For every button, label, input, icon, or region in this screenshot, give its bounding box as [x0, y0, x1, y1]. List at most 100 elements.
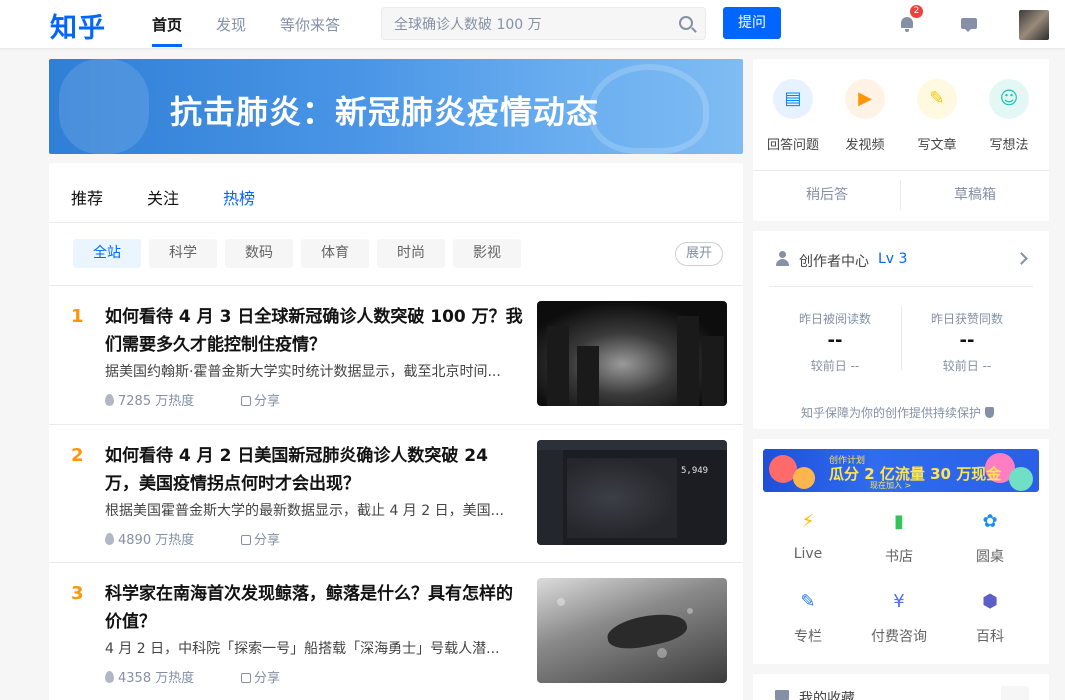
stat-reads-value: --: [827, 330, 843, 351]
hot-list-item[interactable]: 1 如何看待 4 月 3 日全球新冠确诊人数突破 100 万？我们需要多久才能控…: [49, 286, 743, 424]
divider: [769, 286, 1033, 287]
fire-icon: [105, 394, 114, 406]
hot-item-thumbnail[interactable]: 5,949: [537, 440, 727, 545]
hot-item-title[interactable]: 如何看待 4 月 3 日全球新冠确诊人数突破 100 万？我们需要多久才能控制住…: [105, 303, 525, 359]
video-icon: ▶: [858, 88, 872, 109]
chip-film[interactable]: 影视: [453, 239, 521, 268]
expand-chips-button[interactable]: 展开: [675, 242, 723, 266]
consult-icon[interactable]: ¥: [887, 590, 911, 614]
stat-reads-compare: 较前日 --: [810, 359, 860, 373]
service-live[interactable]: Live: [773, 546, 843, 562]
notification-bell-icon[interactable]: [898, 16, 916, 32]
roundtable-icon[interactable]: ✿: [978, 510, 1002, 534]
service-bookstore[interactable]: 书店: [864, 546, 934, 566]
share-button[interactable]: 分享: [241, 390, 280, 409]
share-label: 分享: [254, 394, 281, 409]
stat-reads-label: 昨日被阅读数: [798, 312, 871, 326]
tab-recommend[interactable]: 推荐: [71, 185, 103, 209]
hot-item-thumbnail[interactable]: [537, 301, 727, 406]
divider: [49, 222, 743, 223]
write-icon: ✎: [929, 88, 945, 109]
hot-list-item[interactable]: 2 如何看待 4 月 2 日美国新冠肺炎确诊人数突破 24 万，美国疫情拐点何时…: [49, 425, 743, 563]
top-header: 知乎 首页 发现 等你来答 提问 2: [0, 0, 1065, 48]
write-article-action[interactable]: ✎: [917, 79, 957, 119]
star-icon: [775, 690, 789, 700]
search-input[interactable]: [394, 8, 664, 39]
creator-protection-note[interactable]: 知乎保障为你的创作提供持续保护: [801, 404, 995, 421]
share-label: 分享: [254, 533, 281, 548]
hot-item-heat: 4358 万热度: [105, 667, 194, 686]
stat-likes-value: --: [959, 330, 975, 351]
zhihu-logo[interactable]: 知乎: [50, 6, 106, 45]
video-action[interactable]: ▶: [845, 79, 885, 119]
chip-sports[interactable]: 体育: [301, 239, 369, 268]
creator-level[interactable]: Lv 3: [878, 251, 907, 267]
shield-icon: [985, 407, 995, 418]
hot-item-title[interactable]: 科学家在南海首次发现鲸落，鲸落是什么？具有怎样的价值？: [105, 580, 525, 636]
share-label: 分享: [254, 671, 281, 686]
encyclopedia-icon[interactable]: ⬢: [978, 590, 1002, 614]
write-idea-action[interactable]: ☺: [989, 79, 1029, 119]
chip-science[interactable]: 科学: [149, 239, 217, 268]
column-icon[interactable]: ✎: [796, 590, 820, 614]
promo-headline: 瓜分 2 亿流量 30 万现金: [829, 465, 1002, 483]
service-encyclopedia[interactable]: 百科: [955, 626, 1025, 646]
hot-item-heat: 4890 万热度: [105, 529, 194, 548]
dashboard-number: 5,949: [681, 466, 709, 476]
idea-icon: ☺: [999, 88, 1019, 109]
hot-item-title[interactable]: 如何看待 4 月 2 日美国新冠肺炎确诊人数突破 24 万，美国疫情拐点何时才会…: [105, 442, 525, 498]
protection-text: 知乎保障为你的创作提供持续保护: [801, 406, 982, 420]
ask-question-button[interactable]: 提问: [723, 7, 781, 39]
hot-list-item[interactable]: 3 科学家在南海首次发现鲸落，鲸落是什么？具有怎样的价值？ 4 月 2 日，中科…: [49, 563, 743, 700]
service-paid-consult[interactable]: 付费咨询: [864, 626, 934, 646]
nav-home[interactable]: 首页: [152, 14, 182, 35]
creator-plan-promo-banner[interactable]: 创作计划 瓜分 2 亿流量 30 万现金 现在加入 >: [763, 449, 1039, 492]
share-icon: [241, 673, 251, 683]
bookstore-icon[interactable]: ▮: [887, 510, 911, 534]
banner-title: 抗击肺炎：新冠肺炎疫情动态: [170, 93, 600, 131]
answer-label[interactable]: 回答问题: [763, 134, 823, 153]
write-article-label[interactable]: 写文章: [907, 134, 967, 153]
hot-rank: 1: [71, 306, 84, 327]
live-icon[interactable]: ⚡: [796, 510, 820, 534]
hot-item-excerpt[interactable]: 根据美国霍普金斯大学的最新数据显示，截止 4 月 2 日，美国...: [105, 500, 520, 520]
share-button[interactable]: 分享: [241, 529, 280, 548]
message-icon[interactable]: [960, 16, 978, 32]
search-icon[interactable]: [679, 16, 693, 30]
answer-icon: ▤: [784, 88, 802, 109]
banner-decoration: [59, 59, 149, 154]
chip-fashion[interactable]: 时尚: [377, 239, 445, 268]
answer-later-button[interactable]: 稍后答: [753, 171, 901, 219]
nav-waiting-answers[interactable]: 等你来答: [280, 14, 340, 35]
hot-rank: 3: [71, 583, 84, 604]
heat-value: 4358 万热度: [118, 671, 195, 686]
fire-icon: [105, 533, 114, 545]
stat-likes-label: 昨日获赞同数: [930, 312, 1003, 326]
search-box[interactable]: [381, 7, 706, 40]
video-label[interactable]: 发视频: [835, 134, 895, 153]
heat-value: 4890 万热度: [118, 533, 195, 548]
service-column[interactable]: 专栏: [773, 626, 843, 646]
service-roundtable[interactable]: 圆桌: [955, 546, 1025, 566]
drafts-button[interactable]: 草稿箱: [901, 171, 1049, 219]
user-avatar[interactable]: [1019, 10, 1049, 40]
tab-follow[interactable]: 关注: [147, 185, 179, 209]
answer-action[interactable]: ▤: [773, 79, 813, 119]
main-feed-card: 推荐 关注 热榜 全站 科学 数码 体育 时尚 影视 展开 1 如何看待 4 月…: [49, 163, 743, 700]
write-idea-label[interactable]: 写想法: [979, 134, 1039, 153]
my-favorites-link[interactable]: 我的收藏: [799, 688, 855, 700]
hot-item-excerpt[interactable]: 据美国约翰斯·霍普金斯大学实时统计数据显示，截至北京时间...: [105, 361, 520, 381]
creator-center-title[interactable]: 创作者中心: [799, 251, 869, 271]
hot-item-thumbnail[interactable]: [537, 578, 727, 683]
share-button[interactable]: 分享: [241, 667, 280, 686]
epidemic-banner[interactable]: 抗击肺炎：新冠肺炎疫情动态: [49, 59, 743, 154]
stat-likes-compare: 较前日 --: [942, 359, 992, 373]
chip-all-site[interactable]: 全站: [73, 239, 141, 268]
share-icon: [241, 535, 251, 545]
chip-digital[interactable]: 数码: [225, 239, 293, 268]
nav-discover[interactable]: 发现: [216, 14, 246, 35]
tab-hot-list[interactable]: 热榜: [223, 185, 255, 209]
heat-value: 7285 万热度: [118, 394, 195, 409]
hot-item-excerpt[interactable]: 4 月 2 日，中科院「探索一号」船搭载「深海勇士」号载人潜...: [105, 638, 520, 658]
favorites-count: [1001, 686, 1029, 700]
